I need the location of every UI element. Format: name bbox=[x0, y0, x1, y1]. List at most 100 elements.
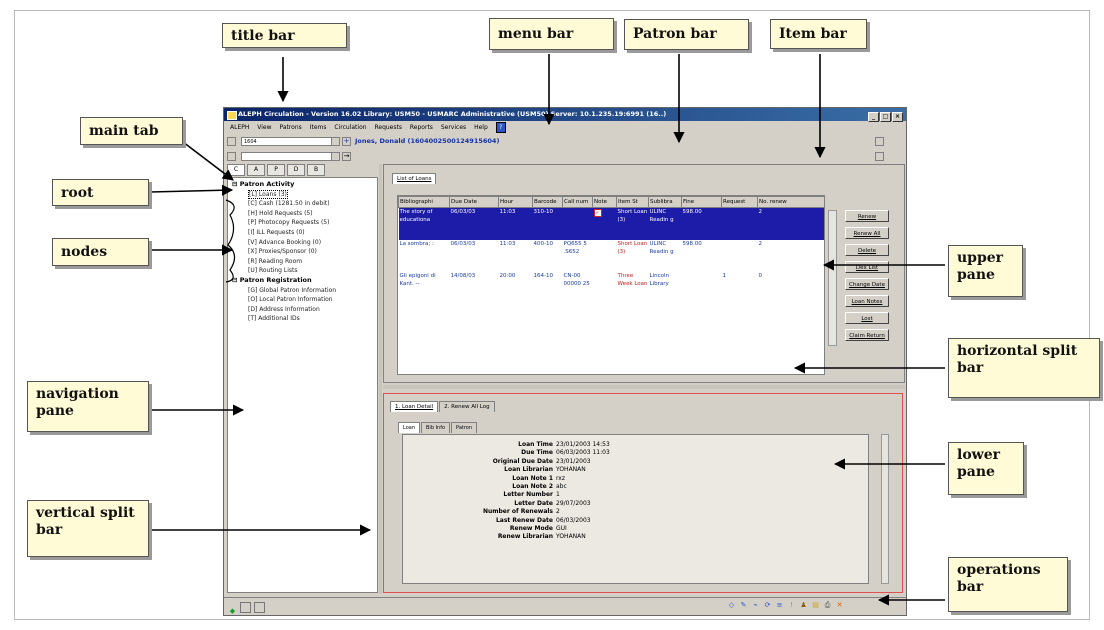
column-header[interactable]: Due Date bbox=[449, 196, 499, 208]
main-tab-patron[interactable]: P bbox=[267, 164, 285, 176]
main-tab-a[interactable]: A bbox=[247, 164, 265, 176]
menu-aleph[interactable]: ALEPH bbox=[230, 124, 249, 131]
tree-node-local-patron[interactable]: [O] Local Patron Information bbox=[232, 295, 336, 305]
detail-label: Loan Librarian bbox=[504, 466, 553, 474]
tab-loan-detail[interactable]: 1. Loan Detail bbox=[390, 401, 439, 412]
user-icon[interactable]: ♟ bbox=[799, 601, 808, 610]
detail-value: 23/01/2003 bbox=[556, 457, 591, 465]
column-header[interactable]: Call num bbox=[562, 196, 593, 208]
claim-return-button[interactable]: Claim Return bbox=[845, 329, 889, 341]
vertical-split-bar[interactable] bbox=[379, 164, 382, 594]
menu-patrons[interactable]: Patrons bbox=[279, 124, 301, 131]
horizontal-split-bar[interactable] bbox=[383, 385, 905, 389]
main-tab-circulation[interactable]: C bbox=[227, 164, 245, 176]
list-icon[interactable]: ≡ bbox=[775, 601, 784, 610]
exit-icon[interactable]: ✕ bbox=[835, 601, 844, 610]
table-row[interactable]: Gli epigoni di Kant. -- 14/08/03 20:00 1… bbox=[399, 272, 825, 312]
window-icon[interactable] bbox=[240, 602, 251, 613]
subtab-loan[interactable]: Loan bbox=[398, 422, 420, 433]
link-icon[interactable]: ⌁ bbox=[751, 601, 760, 610]
detail-label: Due Time bbox=[521, 449, 553, 457]
folder-icon[interactable]: ▤ bbox=[811, 601, 820, 610]
tree-node-reading-room[interactable]: [R] Reading Room bbox=[232, 257, 336, 267]
edit-icon[interactable]: ✎ bbox=[739, 601, 748, 610]
tree-node-photocopy-requests[interactable]: [P] Photocopy Requests (5) bbox=[232, 218, 336, 228]
dex-list-button[interactable]: Dex List bbox=[845, 261, 889, 273]
patron-info-icon[interactable] bbox=[875, 137, 884, 146]
tree-node-cash[interactable]: [C] Cash (1281.50 in debit) bbox=[232, 199, 336, 209]
refresh-icon[interactable]: ⟳ bbox=[763, 601, 772, 610]
nav-icon[interactable]: ◇ bbox=[727, 601, 736, 610]
item-grid-icon[interactable] bbox=[889, 152, 898, 161]
tree-node-hold-requests[interactable]: [H] Hold Requests (5) bbox=[232, 209, 336, 219]
table-row[interactable]: The story of educationa 06/03/03 11:03 3… bbox=[398, 207, 824, 240]
menu-reports[interactable]: Reports bbox=[410, 124, 433, 131]
menu-help[interactable]: Help bbox=[474, 124, 488, 131]
item-info-icon[interactable] bbox=[875, 152, 884, 161]
tree-node-additional-ids[interactable]: [T] Additional IDs bbox=[232, 314, 336, 324]
column-header[interactable]: Item St bbox=[616, 196, 649, 208]
menu-circulation[interactable]: Circulation bbox=[334, 124, 366, 131]
callout-navigation-pane: navigation pane bbox=[27, 381, 149, 432]
item-barcode-field[interactable] bbox=[241, 152, 339, 161]
tree-root-patron-activity[interactable]: ⊟ Patron Activity bbox=[232, 180, 336, 190]
help-icon[interactable]: ? bbox=[495, 122, 506, 133]
subtab-bib-info[interactable]: Bib Info bbox=[421, 422, 451, 433]
plus-icon[interactable]: + bbox=[342, 137, 351, 146]
tree-node-routing-lists[interactable]: [U] Routing Lists bbox=[232, 266, 336, 276]
column-header[interactable]: Request bbox=[721, 196, 758, 208]
operations-bar: ◆ ◇ ✎ ⌁ ⟳ ≡! ♟ ▤ ⎙ ✕ bbox=[224, 597, 906, 616]
lower-scrollbar[interactable] bbox=[881, 434, 889, 584]
tab-renew-all-log[interactable]: 2. Renew All Log bbox=[439, 401, 495, 412]
item-go-icon[interactable]: → bbox=[342, 152, 351, 161]
menu-services[interactable]: Services bbox=[441, 124, 466, 131]
tree-root-patron-registration[interactable]: ⊟ Patron Registration bbox=[232, 276, 336, 286]
detail-label: Loan Time bbox=[518, 441, 553, 448]
item-list-icon[interactable] bbox=[331, 152, 340, 161]
tree-node-advance-booking[interactable]: [V] Advance Booking (0) bbox=[232, 238, 336, 248]
upper-scrollbar[interactable] bbox=[828, 210, 837, 346]
tree-node-loans[interactable]: [L] Loans (3) bbox=[232, 189, 336, 200]
column-header[interactable]: Hour bbox=[498, 196, 533, 208]
main-tab-d[interactable]: D bbox=[287, 164, 305, 176]
close-icon[interactable]: × bbox=[892, 112, 903, 122]
column-header[interactable]: Bibliographi bbox=[398, 196, 450, 208]
menu-requests[interactable]: Requests bbox=[374, 124, 402, 131]
lost-button[interactable]: Lost bbox=[845, 312, 889, 324]
column-header[interactable]: No. renew bbox=[757, 196, 824, 208]
main-tab-b[interactable]: B bbox=[307, 164, 325, 176]
subtab-patron[interactable]: Patron bbox=[451, 422, 478, 433]
item-icon[interactable] bbox=[227, 152, 236, 161]
note-check-icon[interactable]: ✓ bbox=[593, 209, 602, 217]
minimize-icon[interactable]: _ bbox=[868, 112, 879, 122]
tree-node-address[interactable]: [D] Address Information bbox=[232, 305, 336, 315]
detail-value: 1 bbox=[556, 491, 560, 499]
change-date-button[interactable]: Change Date bbox=[845, 278, 889, 290]
patron-id-field[interactable]: 1604 bbox=[241, 137, 339, 146]
tree-node-ill-requests[interactable]: [I] ILL Requests (0) bbox=[232, 228, 336, 238]
exclamation-icon[interactable]: ! bbox=[787, 601, 796, 610]
cell-due: 06/03/03 bbox=[450, 241, 476, 247]
delete-button[interactable]: Delete bbox=[845, 244, 889, 256]
tab-list-of-loans[interactable]: List of Loans bbox=[392, 173, 437, 184]
maximize-icon[interactable]: □ bbox=[880, 112, 891, 122]
column-header[interactable]: Note bbox=[592, 196, 617, 208]
column-header[interactable]: Fine bbox=[681, 196, 722, 208]
table-row[interactable]: La sombra; : 06/03/03 11:03 400-10 PQ655… bbox=[399, 240, 825, 272]
print-icon[interactable]: ⎙ bbox=[823, 601, 832, 610]
renew-all-button[interactable]: Renew All bbox=[845, 227, 889, 239]
patron-icon[interactable] bbox=[227, 137, 236, 146]
menu-items[interactable]: Items bbox=[310, 124, 327, 131]
renew-button[interactable]: Renew bbox=[845, 210, 889, 222]
menu-view[interactable]: View bbox=[257, 124, 271, 131]
detail-row: Loan Note 2 abc bbox=[403, 483, 610, 491]
callout-main-tab: main tab bbox=[80, 117, 183, 145]
patron-list-icon[interactable] bbox=[331, 137, 340, 146]
patron-book-icon[interactable] bbox=[889, 137, 898, 146]
column-header[interactable]: Barcode bbox=[532, 196, 563, 208]
tree-node-proxies[interactable]: [X] Proxies/Sponsor (0) bbox=[232, 247, 336, 257]
loan-notes-button[interactable]: Loan Notes bbox=[845, 295, 889, 307]
column-header[interactable]: Sublibra bbox=[648, 196, 682, 208]
tree-node-global-patron[interactable]: [G] Global Patron Information bbox=[232, 286, 336, 296]
window-icon-2[interactable] bbox=[254, 602, 265, 613]
